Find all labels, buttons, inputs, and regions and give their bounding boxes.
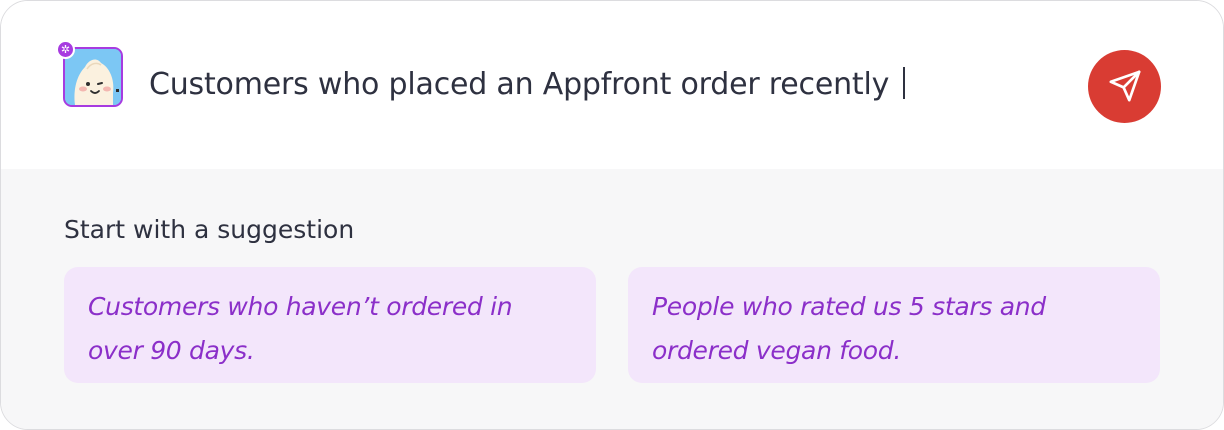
text-caret [903,67,906,99]
suggestion-chip[interactable]: People who rated us 5 stars and ordered … [628,267,1160,383]
prompt-input-text: Customers who placed an Appfront order r… [149,67,890,102]
send-button[interactable] [1088,50,1161,123]
suggestions-panel: Start with a suggestion Customers who ha… [1,169,1223,429]
sparkle-icon: ✲ [56,40,75,59]
suggestion-chip-label: People who rated us 5 stars and ordered … [652,292,1046,365]
ai-prompt-card: ✲ Customers who placed an Appfront order… [0,0,1224,430]
prompt-input[interactable]: Customers who placed an Appfront order r… [149,65,906,105]
suggestion-chip-label: Customers who haven’t ordered in over 90… [88,292,513,365]
suggestions-heading: Start with a suggestion [64,215,355,244]
send-icon [1109,70,1141,102]
suggestion-chip[interactable]: Customers who haven’t ordered in over 90… [64,267,596,383]
prompt-input-area[interactable]: ✲ Customers who placed an Appfront order… [1,1,1223,169]
